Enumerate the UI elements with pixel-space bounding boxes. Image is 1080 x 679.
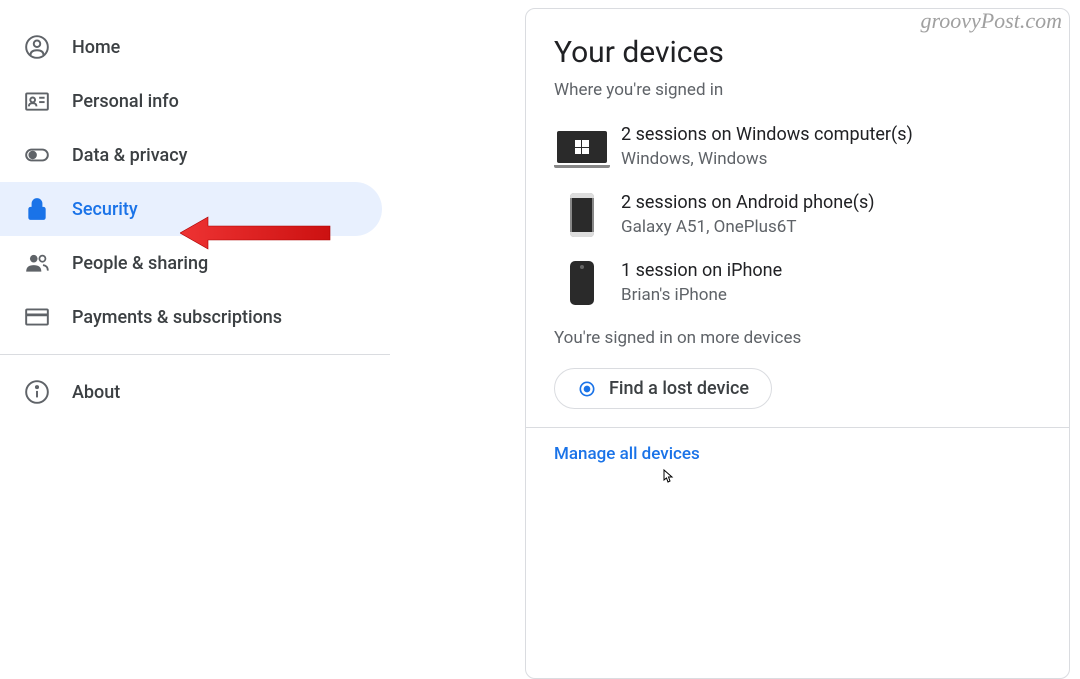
your-devices-card: Your devices Where you're signed in 2 se… xyxy=(525,8,1070,679)
device-title: 2 sessions on Windows computer(s) xyxy=(621,124,1041,145)
sidebar-item-home[interactable]: Home xyxy=(0,20,382,74)
people-icon xyxy=(24,250,50,276)
sidebar-item-label: Personal info xyxy=(72,91,179,112)
sidebar-item-security[interactable]: Security xyxy=(0,182,382,236)
sidebar-item-label: Home xyxy=(72,37,120,58)
more-devices-text: You're signed in on more devices xyxy=(554,328,1041,348)
cursor-icon xyxy=(658,468,676,492)
sidebar-item-label: Payments & subscriptions xyxy=(72,307,282,328)
sidebar-item-about[interactable]: About xyxy=(0,365,382,419)
windows-laptop-icon xyxy=(554,124,609,170)
sidebar-item-data-privacy[interactable]: Data & privacy xyxy=(0,128,382,182)
watermark: groovyPost.com xyxy=(920,8,1062,34)
sidebar-item-people-sharing[interactable]: People & sharing xyxy=(0,236,382,290)
device-row-iphone[interactable]: 1 session on iPhone Brian's iPhone xyxy=(554,260,1041,306)
device-row-android[interactable]: 2 sessions on Android phone(s) Galaxy A5… xyxy=(554,192,1041,238)
credit-card-icon xyxy=(24,304,50,330)
divider xyxy=(0,354,390,355)
sidebar-item-payments[interactable]: Payments & subscriptions xyxy=(0,290,382,344)
card-subtitle: Where you're signed in xyxy=(554,80,1041,100)
card-title: Your devices xyxy=(554,35,1041,70)
lock-icon xyxy=(24,196,50,222)
device-detail: Galaxy A51, OnePlus6T xyxy=(621,217,1041,237)
toggle-icon xyxy=(24,142,50,168)
sidebar-item-label: People & sharing xyxy=(72,253,208,274)
sidebar-item-label: About xyxy=(72,382,120,403)
find-button-label: Find a lost device xyxy=(609,378,749,399)
id-card-icon xyxy=(24,88,50,114)
sidebar-item-label: Security xyxy=(72,199,138,220)
sidebar: Home Personal info Data & xyxy=(0,0,390,679)
info-icon xyxy=(24,379,50,405)
device-detail: Windows, Windows xyxy=(621,149,1041,169)
iphone-icon xyxy=(554,260,609,306)
manage-all-devices-link[interactable]: Manage all devices xyxy=(554,444,700,464)
android-phone-icon xyxy=(554,192,609,238)
device-title: 2 sessions on Android phone(s) xyxy=(621,192,1041,213)
person-circle-icon xyxy=(24,34,50,60)
sidebar-item-label: Data & privacy xyxy=(72,145,187,166)
sidebar-item-personal-info[interactable]: Personal info xyxy=(0,74,382,128)
target-icon xyxy=(577,379,597,399)
device-title: 1 session on iPhone xyxy=(621,260,1041,281)
find-lost-device-button[interactable]: Find a lost device xyxy=(554,368,772,409)
device-row-windows[interactable]: 2 sessions on Windows computer(s) Window… xyxy=(554,124,1041,170)
device-detail: Brian's iPhone xyxy=(621,285,1041,305)
